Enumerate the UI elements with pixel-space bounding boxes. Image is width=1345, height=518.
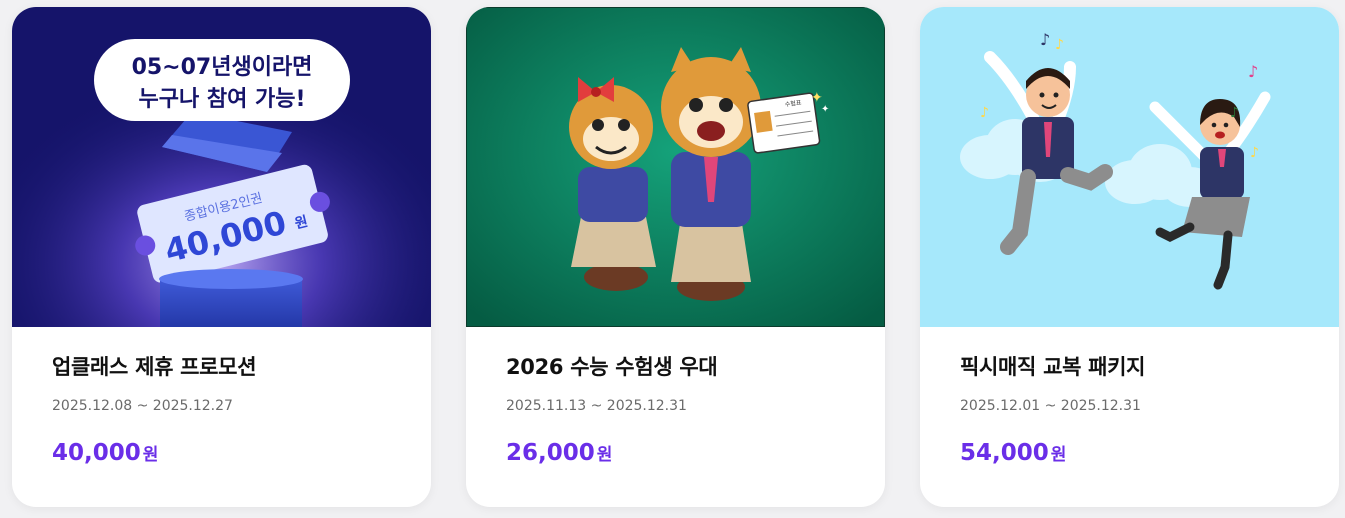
card-title: 픽시매직 교복 패키지	[960, 355, 1146, 379]
card-price: 26,000 원	[506, 437, 845, 469]
price-unit: 원	[1050, 445, 1067, 465]
card-period: 2025.12.01 ~ 2025.12.31	[960, 398, 1141, 414]
svg-text:♪: ♪	[980, 105, 989, 121]
price-amount: 26,000	[506, 440, 595, 466]
svg-text:♪: ♪	[1248, 62, 1258, 81]
price-amount: 40,000	[52, 440, 141, 466]
card-title: 업클래스 제휴 프로모션	[52, 355, 257, 379]
banner-headline-line2: 누구나 참여 가능!	[138, 87, 305, 112]
svg-text:✦: ✦	[821, 104, 829, 115]
music-note-icon: ♪	[1040, 30, 1050, 49]
svg-text:♪: ♪	[1055, 37, 1064, 53]
price-amount: 54,000	[960, 440, 1049, 466]
banner-headline-line1: 05~07년생이라면	[132, 55, 313, 80]
card-price: 40,000 원	[52, 437, 391, 469]
card-body: 2026 수능 수험생 우대 2025.11.13 ~ 2025.12.31 2…	[466, 327, 885, 469]
promotion-card-upclass[interactable]: 종합이용2인권 40,000 원 05~07년생이라면 누구나 참여 가능! 업…	[12, 7, 431, 507]
card-price: 54,000 원	[960, 437, 1299, 469]
card-period: 2025.12.08 ~ 2025.12.27	[52, 398, 233, 414]
svg-text:♪: ♪	[1230, 105, 1239, 121]
mascot-boy-icon	[661, 47, 761, 301]
card-title: 2026 수능 수험생 우대	[506, 355, 718, 379]
mascot-girl-icon	[569, 77, 656, 291]
card-body: 픽시매직 교복 패키지 2025.12.01 ~ 2025.12.31 54,0…	[920, 327, 1339, 469]
promotion-banner-image: ♪ ♪ ♪ ♪ ♪ ♪	[920, 7, 1339, 327]
mascot-banner-illustration: 수험표 ✦ ✦	[466, 7, 885, 327]
ticket-banner-illustration: 종합이용2인권 40,000 원 05~07년생이라면 누구나 참여 가능!	[12, 7, 431, 327]
promotion-card-suneung[interactable]: 수험표 ✦ ✦ 2026 수능 수험생 우대 2025.11.13 ~ 2025…	[466, 7, 885, 507]
promotion-card-list: 종합이용2인권 40,000 원 05~07년생이라면 누구나 참여 가능! 업…	[0, 0, 1345, 518]
promotion-banner-image: 수험표 ✦ ✦	[466, 7, 885, 327]
promotion-card-pixiemagic[interactable]: ♪ ♪ ♪ ♪ ♪ ♪ 픽시매직 교복 패키지 2025.12.01 ~ 202…	[920, 7, 1339, 507]
svg-text:♪: ♪	[1250, 145, 1259, 161]
price-unit: 원	[142, 445, 159, 465]
card-body: 업클래스 제휴 프로모션 2025.12.08 ~ 2025.12.27 40,…	[12, 327, 431, 469]
students-jumping-illustration: ♪ ♪ ♪ ♪ ♪ ♪	[920, 7, 1339, 327]
exam-ticket-icon: 수험표	[747, 92, 821, 154]
card-period: 2025.11.13 ~ 2025.12.31	[506, 398, 687, 414]
price-unit: 원	[596, 445, 613, 465]
promotion-banner-image: 종합이용2인권 40,000 원 05~07년생이라면 누구나 참여 가능!	[12, 7, 431, 327]
